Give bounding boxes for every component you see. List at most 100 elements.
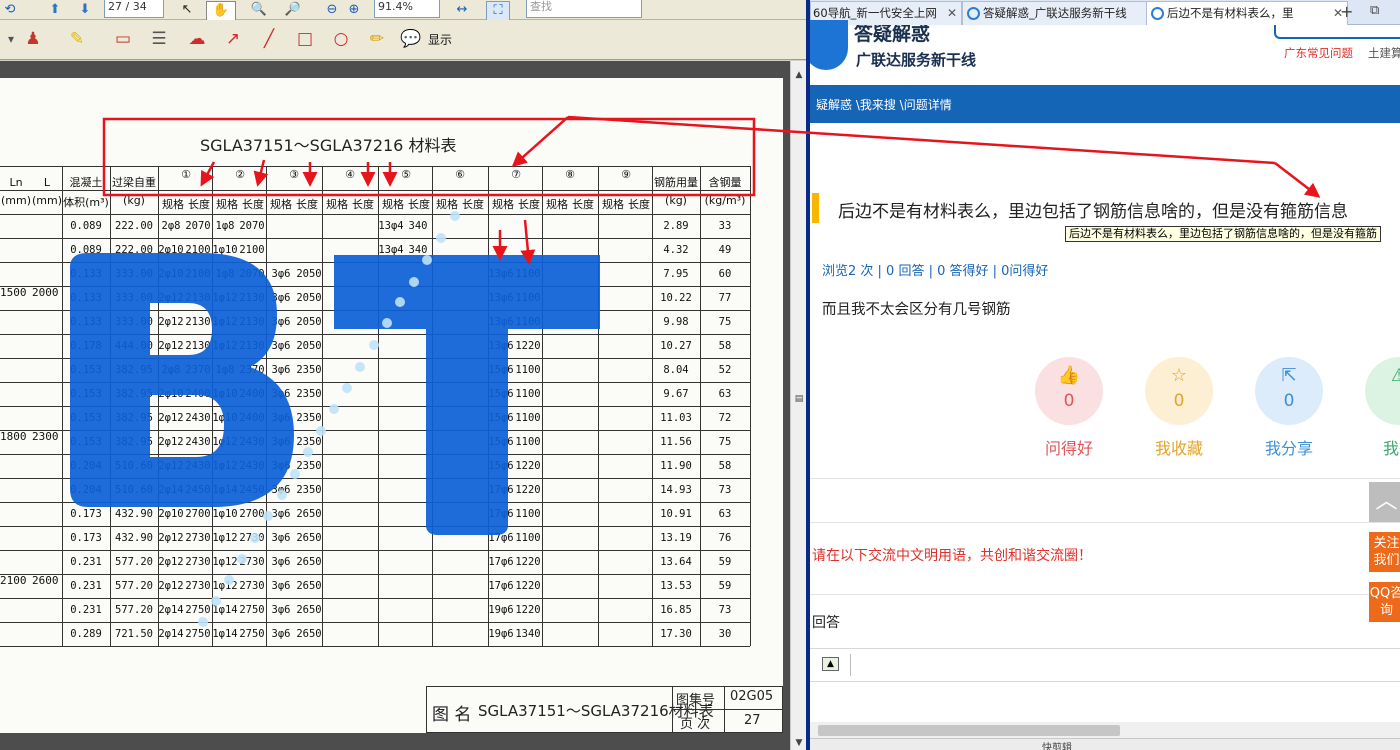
scroll-down-icon[interactable]: ▼ [791, 735, 806, 750]
header-length: 长度 [242, 198, 264, 211]
follow-us-button[interactable]: 关注我们 [1369, 532, 1400, 572]
bt-watermark [70, 253, 600, 535]
action-label: 问得好 [1044, 439, 1093, 458]
table-cell: 1φ8 [215, 220, 235, 232]
toolbar-separator [850, 654, 851, 676]
table-cell: 577.20 [115, 604, 153, 616]
header-l-unit: (mm) [32, 194, 63, 207]
table-grid-line [0, 574, 750, 575]
header-steel-total-unit: (kg) [665, 194, 687, 207]
drawing-name-label: 图 名 [432, 705, 472, 725]
table-cell: 222.00 [115, 220, 153, 232]
page-number-label: 页 次 [680, 717, 711, 732]
table-cell: 2730 [185, 580, 211, 592]
header-bar-number: ② [235, 168, 245, 181]
table-grid-line [0, 646, 750, 647]
table-grid-line [652, 166, 653, 646]
action-buttons: 👍0问得好☆0我收藏⇱0我分享⚠我举 [810, 0, 1400, 750]
table-cell: 0.289 [70, 628, 102, 640]
table-cell: 73 [718, 604, 732, 616]
table-cell: 3φ6 [271, 580, 291, 592]
table-cell: 0.231 [70, 580, 102, 592]
table-cell: 2730 [239, 580, 265, 592]
table-cell: 16.85 [660, 604, 692, 616]
horizontal-scroll-thumb[interactable] [818, 725, 1120, 736]
table-cell: 13.19 [660, 532, 692, 544]
table-cell: 52 [718, 364, 732, 376]
civility-notice: 请在以下交流中文明用语，共创和谐交流圈！ [812, 548, 1092, 564]
header-bar-number: ③ [289, 168, 299, 181]
table-cell: 2φ12 [158, 580, 184, 592]
action-star-button[interactable]: ☆ 0 我收藏 [1144, 357, 1214, 459]
table-cell: 33 [718, 220, 732, 232]
table-cell: 0.231 [70, 556, 102, 568]
watermark-letter-t [334, 255, 600, 535]
table-grid-line [0, 214, 750, 215]
header-bar-number: ⑦ [511, 168, 521, 181]
header-l: L [43, 176, 51, 189]
answer-editor-toolbar [810, 648, 1400, 682]
table-grid-line [700, 166, 701, 646]
header-beam-weight: 过梁自重 [112, 176, 156, 189]
action-circle[interactable]: ⇱ 0 [1255, 357, 1323, 425]
table-cell: 3φ6 [271, 556, 291, 568]
table-cell: 3φ6 [271, 628, 291, 640]
header-ln-unit: (mm) [0, 194, 31, 207]
header-bar-number: ⑨ [621, 168, 631, 181]
title-block-divider [724, 686, 725, 733]
divider [810, 522, 1400, 523]
table-cell: 1φ12 [212, 580, 238, 592]
header-ln: Ln [9, 176, 23, 189]
browser-window: 60导航_新一代安全上网 ✕ 答疑解惑_广联达服务新干线 ✕ 后边不是有材料表么… [806, 0, 1400, 750]
table-cell: 77 [718, 292, 732, 304]
table-cell: 577.20 [115, 556, 153, 568]
table-cell: 2φ14 [158, 628, 184, 640]
table-cell: 17φ6 [488, 556, 514, 568]
table-cell: 4.32 [663, 244, 689, 256]
table-cell: 19φ6 [488, 604, 514, 616]
header-spec: 规格 [602, 198, 624, 211]
share-icon: ⇱ [1281, 365, 1297, 386]
table-grid-line [0, 598, 750, 599]
page-number-value: 27 [744, 713, 761, 728]
table-grid-line [0, 622, 750, 623]
title-block-divider [672, 709, 783, 710]
header-steel-ratio-unit: (kg/m³) [704, 194, 746, 207]
header-length: 长度 [408, 198, 430, 211]
table-cell: 1φ14 [212, 628, 238, 640]
table-grid-line [0, 166, 750, 167]
action-label: 我举 [1382, 439, 1400, 458]
action-circle[interactable]: 👍 0 [1035, 357, 1103, 425]
divider [810, 594, 1400, 595]
action-thumbs-up-button[interactable]: 👍 0 问得好 [1034, 357, 1104, 459]
table-cell: 8.04 [663, 364, 689, 376]
scroll-grip-icon[interactable]: ▤ [791, 391, 806, 407]
table-cell: 2650 [296, 604, 322, 616]
pdf-viewer-window: ⟲ ⬆ ⬇ 27 / 34 ↖ ✋ 🔍 🔎 ⊖ ⊕ 91.4% ↔ ⛶ 查找 ▾… [0, 0, 806, 750]
table-cell: 10.22 [660, 292, 692, 304]
table-cell: 75 [718, 316, 732, 328]
action-count: 0 [1283, 391, 1295, 411]
table-cell: 2φ14 [158, 604, 184, 616]
table-grid-line [0, 550, 750, 551]
group-ln: 1800 [0, 430, 27, 443]
header-steel-ratio: 含钢量 [708, 176, 742, 189]
vertical-scrollbar[interactable]: ▲ ▤ ▼ [790, 61, 806, 750]
qq-consult-button[interactable]: QQ咨询 [1369, 582, 1400, 622]
group-l: 2600 [32, 574, 59, 587]
status-text[interactable]: 快剪辑 [1042, 739, 1072, 750]
action-warning-button[interactable]: ⚠ 我举 [1364, 357, 1400, 459]
action-share-button[interactable]: ⇱ 0 我分享 [1254, 357, 1324, 459]
back-to-top-icon[interactable]: ︿ [1369, 482, 1400, 522]
action-circle[interactable]: ⚠ [1365, 357, 1400, 425]
header-length: 长度 [296, 198, 318, 211]
table-cell: 2730 [185, 556, 211, 568]
table-cell: 72 [718, 412, 732, 424]
insert-image-icon[interactable]: ▲ [822, 657, 839, 671]
table-cell: 2730 [239, 556, 265, 568]
table-grid-line [750, 166, 751, 646]
action-circle[interactable]: ☆ 0 [1145, 357, 1213, 425]
scroll-up-icon[interactable]: ▲ [791, 67, 806, 83]
warning-icon: ⚠ [1365, 365, 1400, 386]
watermark-letter-b [70, 253, 294, 507]
